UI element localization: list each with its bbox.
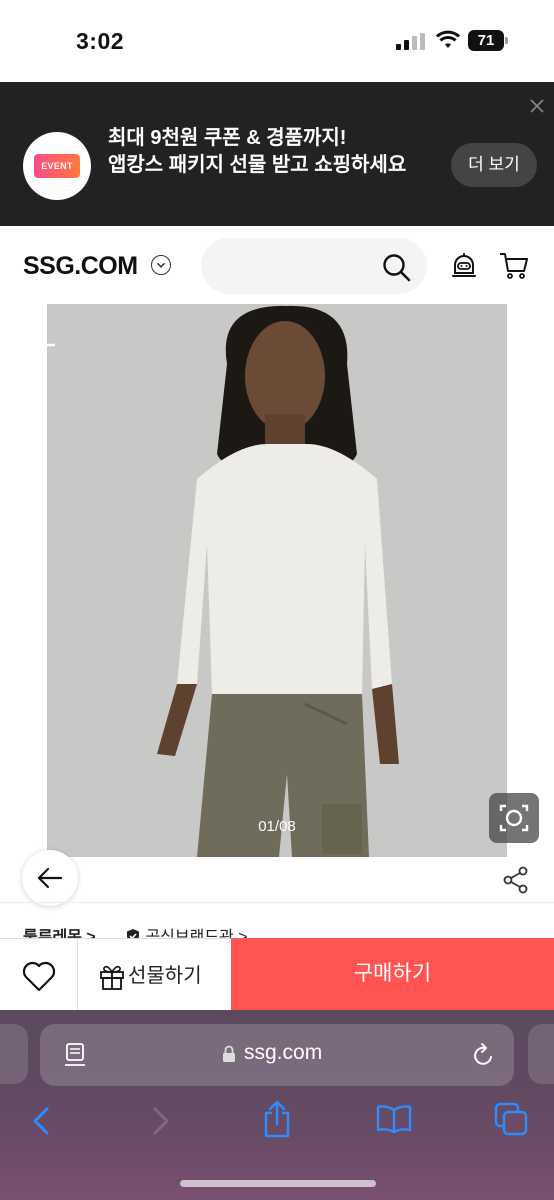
previous-tab-preview[interactable] — [0, 1024, 28, 1084]
battery-level: 71 — [468, 30, 504, 51]
wifi-icon — [436, 30, 460, 48]
buy-button[interactable]: 구매하기 — [231, 938, 554, 1010]
chevron-down-icon[interactable] — [151, 255, 171, 275]
event-badge: EVENT — [23, 132, 91, 200]
gift-icon — [100, 965, 124, 990]
wishlist-button[interactable] — [0, 938, 78, 1010]
signal-icon — [396, 33, 425, 50]
camera-search-button[interactable] — [489, 793, 539, 843]
tabs-icon[interactable] — [494, 1102, 528, 1136]
close-icon[interactable] — [529, 98, 545, 114]
share-icon[interactable] — [503, 866, 529, 894]
home-indicator — [180, 1180, 376, 1187]
cart-icon[interactable] — [499, 252, 529, 280]
product-image[interactable] — [47, 304, 507, 857]
back-button[interactable] — [22, 850, 78, 906]
ssg-logo[interactable]: SSG.COM — [23, 252, 138, 281]
reader-icon[interactable] — [64, 1042, 86, 1068]
chatbot-icon[interactable] — [450, 252, 478, 280]
url-text[interactable]: ssg.com — [244, 1041, 322, 1065]
banner-more-button[interactable]: 더 보기 — [451, 143, 537, 187]
arrow-left-icon[interactable] — [22, 331, 56, 359]
book-icon[interactable] — [376, 1104, 412, 1134]
divider — [0, 902, 554, 903]
share-up-icon[interactable] — [262, 1100, 292, 1138]
arrow-left-icon — [37, 867, 63, 889]
reload-icon[interactable] — [472, 1042, 496, 1068]
camera-search-icon — [499, 804, 529, 832]
status-time: 3:02 — [76, 28, 125, 54]
lock-icon — [223, 1045, 235, 1062]
battery-icon: 71 — [468, 30, 508, 51]
chevron-left-icon[interactable] — [30, 1106, 52, 1136]
next-tab-preview[interactable] — [528, 1024, 554, 1084]
battery-tip — [505, 37, 508, 44]
chevron-right-icon — [153, 1107, 169, 1135]
image-page-indicator: 01/08 — [258, 818, 296, 835]
product-photo — [47, 304, 507, 857]
banner-subline: 앱캉스 패키지 선물 받고 쇼핑하세요 — [108, 154, 407, 176]
banner-headline: 최대 9천원 쿠폰 & 경품까지! — [108, 127, 347, 149]
heart-icon — [22, 961, 56, 992]
gift-button-label: 선물하기 — [128, 965, 202, 987]
search-icon[interactable] — [381, 252, 411, 282]
event-ticket-icon: EVENT — [34, 154, 80, 178]
